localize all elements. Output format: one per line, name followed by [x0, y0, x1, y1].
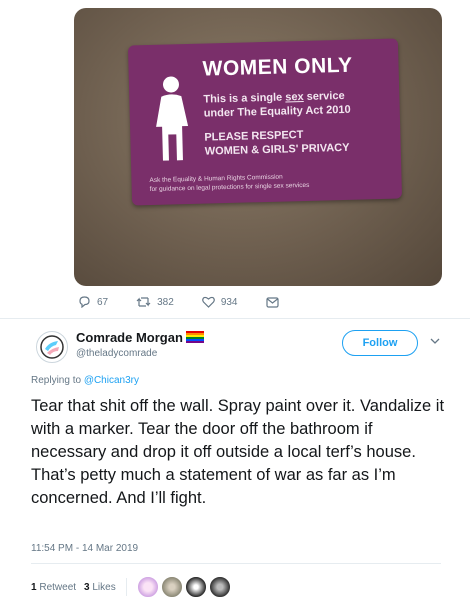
liker-avatar[interactable]	[136, 576, 159, 598]
retweet-icon	[136, 297, 151, 307]
tweet-text: Tear that shit off the wall. Spray paint…	[31, 397, 445, 507]
flag-stripe	[186, 341, 204, 343]
liker-avatar[interactable]	[160, 576, 183, 598]
rainbow-flag-icon	[186, 331, 204, 343]
like-action[interactable]: 934	[201, 296, 238, 308]
sign-line-4: WOMEN & GIRLS' PRIVACY	[204, 141, 350, 158]
follow-button[interactable]: Follow	[342, 330, 418, 356]
reply-target-link[interactable]: @Chican3ry	[84, 375, 139, 386]
sign-line-2: under The Equality Act 2010	[203, 103, 351, 120]
avatar[interactable]	[36, 331, 68, 363]
likers-avatars	[136, 576, 233, 598]
stats-separator	[125, 578, 127, 596]
tweet-photo[interactable]: WOMEN ONLY This is a single sex service …	[74, 8, 442, 286]
liker-avatar[interactable]	[184, 576, 207, 598]
author-name[interactable]: Comrade Morgan	[76, 330, 183, 345]
sign-line-3: PLEASE RESPECT	[204, 129, 304, 144]
sign-line-1: This is a single sex service	[203, 89, 345, 106]
section-divider	[0, 318, 470, 319]
stats-divider	[31, 563, 441, 564]
retweet-stat[interactable]: 1 Retweet	[31, 582, 76, 593]
sign-footnote-2: for guidance on legal protections for si…	[149, 181, 310, 194]
retweet-action[interactable]: 382	[136, 296, 174, 308]
like-count: 934	[220, 296, 238, 308]
retweet-count: 382	[157, 296, 174, 308]
antifa-flag-icon	[40, 335, 64, 359]
envelope-icon	[265, 296, 279, 308]
like-stat[interactable]: 3 Likes	[84, 582, 116, 593]
heart-icon	[201, 296, 215, 308]
reply-action[interactable]: 67	[78, 296, 108, 308]
author-handle[interactable]: @theladycomrade	[76, 348, 157, 359]
engagement-stats: 1 Retweet 3 Likes	[31, 576, 233, 598]
replying-to: Replying to @Chican3ry	[31, 375, 139, 386]
action-bar: 67 382 934	[78, 293, 313, 311]
chevron-down-icon[interactable]	[430, 338, 440, 345]
message-action[interactable]	[265, 296, 285, 308]
woman-icon	[156, 76, 189, 161]
reply-icon	[79, 296, 90, 308]
sign-title: WOMEN ONLY	[202, 53, 353, 81]
liker-avatar[interactable]	[208, 576, 231, 598]
women-only-sign: WOMEN ONLY This is a single sex service …	[127, 38, 403, 206]
reply-count: 67	[97, 296, 109, 308]
tweet-timestamp[interactable]: 11:54 PM - 14 Mar 2019	[31, 543, 138, 554]
replying-to-label: Replying to	[31, 375, 84, 386]
